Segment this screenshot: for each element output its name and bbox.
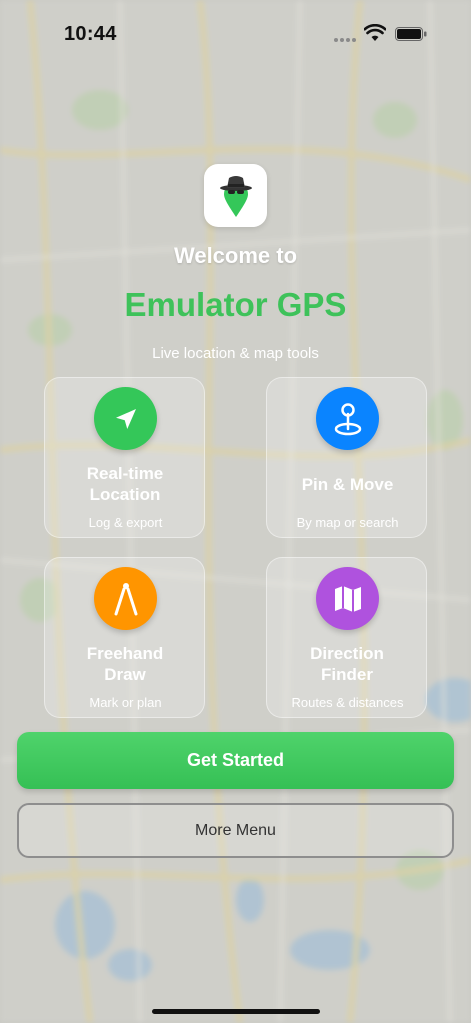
welcome-text: Welcome to	[173, 243, 298, 268]
feature-card-freehand-draw[interactable]: Freehand Draw Mark or plan	[44, 557, 205, 718]
feature-title: Real-time Location	[86, 464, 164, 504]
feature-description: Mark or plan	[89, 695, 162, 710]
spy-location-pin-icon	[219, 175, 252, 217]
status-time: 10:44	[64, 23, 117, 45]
location-arrow-icon	[94, 387, 157, 450]
feature-card-direction-finder[interactable]: Direction Finder Routes & distances	[266, 557, 427, 718]
status-bar: 10:44	[0, 0, 471, 70]
cellular-signal-icon	[334, 38, 356, 42]
feature-description: By map or search	[296, 515, 399, 530]
get-started-button[interactable]: Get Started	[17, 732, 454, 789]
app-title: Emulator GPS	[124, 286, 347, 323]
home-indicator[interactable]	[152, 1009, 320, 1014]
folded-map-icon	[316, 567, 379, 630]
feature-description: Log & export	[88, 515, 163, 530]
feature-title: Direction Finder	[310, 644, 384, 684]
battery-icon	[395, 27, 427, 41]
feature-title: Freehand Draw	[86, 644, 164, 684]
feature-card-pin-move[interactable]: Pin & Move By map or search	[266, 377, 427, 538]
map-pin-icon	[316, 387, 379, 450]
feature-description: Routes & distances	[291, 695, 404, 710]
app-logo	[204, 164, 267, 227]
more-menu-button[interactable]: More Menu	[17, 803, 454, 858]
feature-title: Pin & Move	[301, 475, 394, 494]
feature-card-realtime-location[interactable]: Real-time Location Log & export	[44, 377, 205, 538]
subtitle: Live location & map tools	[152, 345, 319, 362]
wifi-icon	[364, 24, 386, 41]
compass-draw-icon	[94, 567, 157, 630]
